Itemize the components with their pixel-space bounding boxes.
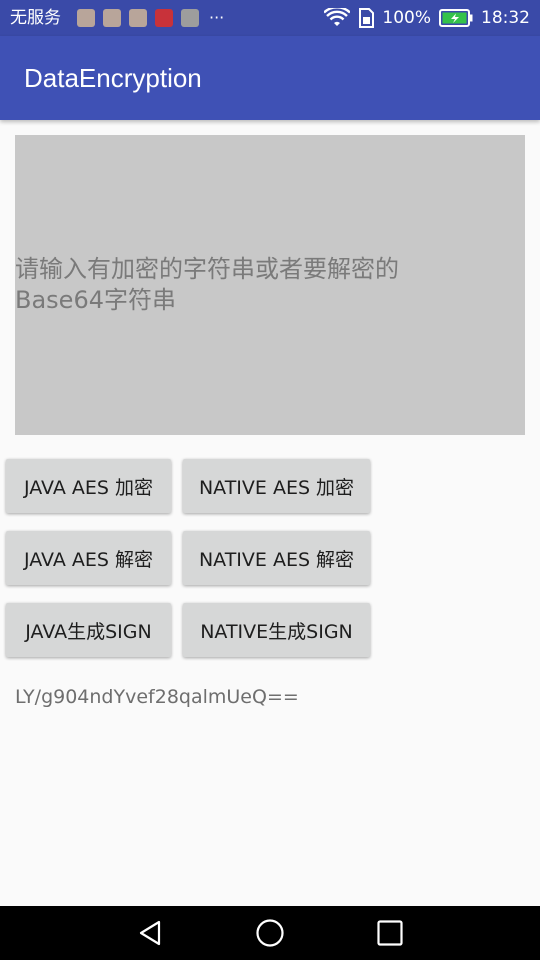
native-sign-button[interactable]: NATIVE生成SIGN — [183, 603, 370, 657]
status-bar: 无服务 ··· 100% 18:32 — [0, 0, 540, 36]
back-icon[interactable] — [135, 918, 165, 948]
app-notification-icon — [103, 9, 121, 27]
clock: 18:32 — [481, 8, 530, 28]
input-placeholder: 请输入有加密的字符串或者要解密的Base64字符串 — [15, 255, 399, 314]
java-sign-button[interactable]: JAVA生成SIGN — [6, 603, 171, 657]
native-aes-decrypt-button[interactable]: NATIVE AES 解密 — [183, 531, 370, 585]
battery-icon — [439, 9, 473, 27]
notification-icons: ··· — [77, 9, 224, 27]
navigation-bar — [0, 906, 540, 960]
netease-notification-icon — [155, 9, 173, 27]
home-icon[interactable] — [255, 918, 285, 948]
recent-apps-icon[interactable] — [375, 918, 405, 948]
java-aes-decrypt-button[interactable]: JAVA AES 解密 — [6, 531, 171, 585]
text-input-field[interactable]: 请输入有加密的字符串或者要解密的Base64字符串 — [15, 135, 525, 435]
sim-card-icon — [358, 8, 375, 28]
result-text: LY/g904ndYvef28qalmUeQ== — [15, 686, 299, 708]
app-notification-icon — [77, 9, 95, 27]
java-aes-encrypt-button[interactable]: JAVA AES 加密 — [6, 459, 171, 513]
app-title: DataEncryption — [24, 63, 202, 93]
carrier-label: 无服务 — [10, 8, 61, 28]
app-bar: DataEncryption — [0, 36, 540, 120]
native-aes-encrypt-button[interactable]: NATIVE AES 加密 — [183, 459, 370, 513]
app-notification-icon — [129, 9, 147, 27]
app-notification-icon — [181, 9, 199, 27]
more-notifications-icon: ··· — [209, 8, 225, 27]
wifi-icon — [324, 8, 351, 28]
status-right: 100% 18:32 — [324, 6, 530, 30]
battery-percent: 100% — [382, 8, 431, 28]
